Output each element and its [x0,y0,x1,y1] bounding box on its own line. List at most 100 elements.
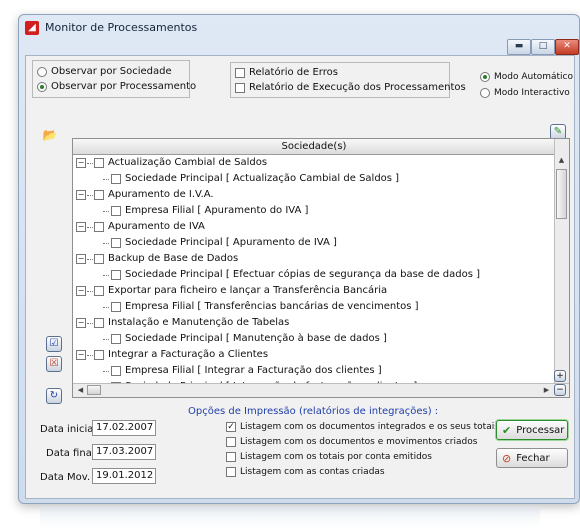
minimize-icon[interactable]: ▬ [507,39,531,55]
refresh-icon[interactable]: ↻ [46,388,62,404]
title-bar[interactable]: ◢ Monitor de Processamentos [19,15,579,41]
scroll-left-icon[interactable]: ◀ [75,385,86,396]
collapse-node-icon[interactable]: − [76,286,86,296]
open-folder-icon[interactable]: 📂 [42,128,58,144]
tree-child-row[interactable]: Sociedade Principal [ Apuramento de IVA … [73,235,555,251]
scroll-thumb[interactable] [556,169,567,219]
hscroll-thumb[interactable] [87,385,101,395]
tree-group-row[interactable]: − Integrar a Facturação a Clientes [73,347,555,363]
tree-group-row[interactable]: − Actualização Cambial de Saldos [73,155,555,171]
tree-row-label: Instalação e Manutenção de Tabelas [108,317,290,328]
tree-row-label: Sociedade Principal [ Manutenção à base … [125,333,387,344]
radio-auto-mode[interactable]: Modo Automático [480,72,573,82]
tree-checkbox[interactable] [111,334,121,344]
select-all-icon[interactable]: ☑ [46,336,62,352]
scroll-right-icon[interactable]: ▶ [541,385,552,396]
collapse-node-icon[interactable]: − [76,254,86,264]
main-window: ◢ Monitor de Processamentos ▬ □ ✕ Observ… [18,14,580,504]
collapse-node-icon[interactable]: − [76,158,86,168]
tree-checkbox[interactable] [111,174,121,184]
checkbox-label: Listagem com os documentos e movimentos … [240,437,478,447]
tree-checkbox[interactable] [111,302,121,312]
tree-connector [87,322,93,324]
collapse-node-icon[interactable]: − [76,190,86,200]
end-date-input[interactable]: 17.03.2007 [92,444,156,460]
tree-child-row[interactable]: Empresa Filial [ Integrar a Facturação d… [73,363,555,379]
tree-child-row[interactable]: Empresa Filial [ Transferências bancária… [73,299,555,315]
close-button-label: Fechar [516,452,550,464]
checkbox-execution-report[interactable]: Relatório de Execução dos Processamentos [235,82,466,93]
close-circle-icon: ⊘ [502,451,512,465]
tree-child-row[interactable]: Sociedade Principal [ Manutenção à base … [73,331,555,347]
checkbox-print-docs-movements[interactable]: Listagem com os documentos e movimentos … [226,437,477,447]
tree-connector [103,306,109,308]
tree-group-row[interactable]: − Exportar para ficheiro e lançar a Trans… [73,283,555,299]
tree-checkbox[interactable] [111,366,121,376]
collapse-node-icon[interactable]: − [76,350,86,360]
tree-horizontal-scrollbar[interactable]: ◀ ▶ [73,383,569,397]
tree-checkbox[interactable] [94,158,104,168]
tree-connector [87,226,93,228]
radio-label: Modo Automático [494,72,574,82]
start-date-label: Data inicial [40,424,97,435]
radio-label: Modo Interactivo [494,88,570,98]
collapse-node-icon[interactable]: − [76,222,86,232]
deselect-all-icon[interactable]: ☒ [46,356,62,372]
checkbox-print-created-accounts[interactable]: Listagem com as contas criadas [226,467,385,477]
maximize-icon[interactable]: □ [531,39,555,55]
mov-date-input[interactable]: 19.01.2012 [92,468,156,484]
tree-connector [87,354,93,356]
tree-checkbox[interactable] [111,238,121,248]
tree-checkbox[interactable] [111,206,121,216]
tree-connector [103,370,109,372]
print-options-title: Opções de Impressão (relatórios de integ… [188,406,439,417]
close-button[interactable]: ⊘ Fechar [496,448,568,468]
scroll-up-icon[interactable]: ▲ [556,155,567,166]
tree-group-row[interactable]: − Apuramento de I.V.A. [73,187,555,203]
tree-row-label: Sociedade Principal [ Actualização Cambi… [125,173,400,184]
radio-icon-selected [480,72,490,82]
tree-child-row[interactable]: Sociedade Principal [ Actualização Cambi… [73,171,555,187]
window-reflection [40,506,540,528]
tree-checkbox[interactable] [94,318,104,328]
checkbox-label: Relatório de Execução dos Processamentos [249,82,466,93]
radio-observe-company[interactable]: Observar por Sociedade [37,66,172,77]
tree-group-row[interactable]: − Backup de Base de Dados [73,251,555,267]
tree-connector [103,242,109,244]
tree-column-header[interactable]: Sociedade(s) [73,139,555,155]
checkbox-print-integrated-docs[interactable]: ✓ Listagem com os documentos integrados … [226,422,499,432]
tree-checkbox[interactable] [111,270,121,280]
tree-checkbox[interactable] [94,190,104,200]
checkbox-icon [226,467,236,477]
app-icon: ◢ [25,21,39,35]
tree-checkbox[interactable] [94,254,104,264]
radio-label: Observar por Processamento [51,81,197,92]
close-icon[interactable]: ✕ [555,39,579,55]
client-area: Observar por Sociedade Observar por Proc… [25,55,575,499]
radio-label: Observar por Sociedade [51,66,172,77]
tree-checkbox[interactable] [94,286,104,296]
tree-connector [87,258,93,260]
checkbox-print-account-totals[interactable]: Listagem com os totais por conta emitido… [226,452,432,462]
checkbox-icon [235,67,245,78]
radio-observe-process[interactable]: Observar por Processamento [37,81,196,92]
tree-group-row[interactable]: − Apuramento de IVA [73,219,555,235]
tree-connector [103,338,109,340]
tree-row-label: Sociedade Principal [ Apuramento de IVA … [125,237,337,248]
tree-group-row[interactable]: − Instalação e Manutenção de Tabelas [73,315,555,331]
tree-child-row[interactable]: Empresa Filial [ Apuramento do IVA ] [73,203,555,219]
expand-all-icon[interactable]: + [554,370,566,382]
process-tree[interactable]: Sociedade(s) − Actualização Cambial de Sa… [72,138,570,398]
start-date-input[interactable]: 17.02.2007 [92,420,156,436]
radio-icon-selected [37,81,47,92]
tree-checkbox[interactable] [94,222,104,232]
collapse-node-icon[interactable]: − [76,318,86,328]
collapse-all-icon[interactable]: − [554,384,566,396]
checkbox-error-report[interactable]: Relatório de Erros [235,67,338,78]
tree-child-row[interactable]: Sociedade Principal [ Efectuar cópias de… [73,267,555,283]
view-mode-group: Observar por Sociedade Observar por Proc… [32,60,196,98]
process-button[interactable]: ✔ Processar [496,420,568,440]
radio-interactive-mode[interactable]: Modo Interactivo [480,88,570,98]
tree-checkbox[interactable] [94,350,104,360]
tree-vertical-scrollbar[interactable]: ▲ ▼ [554,139,569,383]
